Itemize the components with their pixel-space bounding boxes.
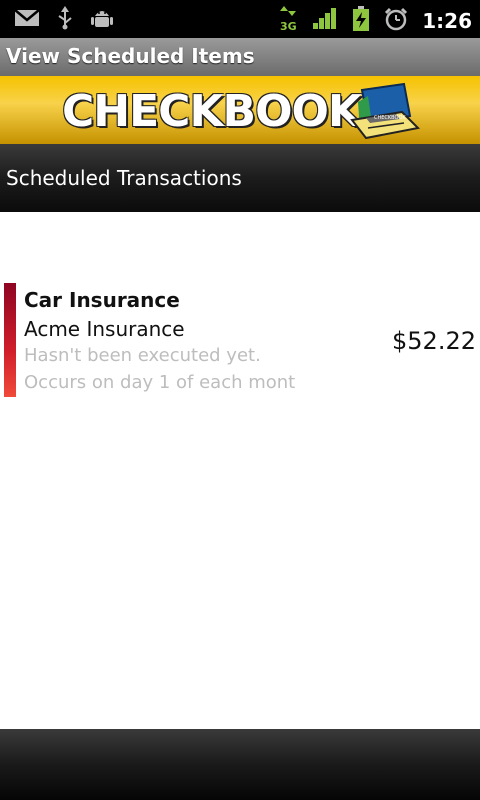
android-debug-icon <box>90 6 114 34</box>
page-title: View Scheduled Items <box>6 44 255 68</box>
gmail-icon <box>14 8 40 32</box>
transaction-payee: Acme Insurance <box>24 317 185 341</box>
section-header: Scheduled Transactions <box>0 144 480 212</box>
signal-strength-icon <box>312 8 338 34</box>
transaction-list-item[interactable]: Car Insurance Acme Insurance Hasn't been… <box>0 283 480 397</box>
checkbook-logo-icon: CHECKBOOK <box>348 82 422 144</box>
transaction-recurrence: Occurs on day 1 of each month <box>24 372 296 393</box>
status-time: 1:26 <box>422 9 472 33</box>
category-color-bar <box>4 283 16 397</box>
section-title: Scheduled Transactions <box>6 166 242 190</box>
transaction-amount: $52.22 <box>392 327 476 355</box>
banner-title: CHECKBOOK <box>62 86 362 137</box>
battery-charging-icon <box>352 6 370 36</box>
svg-text:CHECKBOOK: CHECKBOOK <box>374 115 406 121</box>
alarm-clock-icon <box>384 7 408 35</box>
status-bar: 3G 1:26 <box>0 0 480 38</box>
usb-icon <box>56 6 74 34</box>
app-banner: CHECKBOOK CHECKBOOK <box>0 76 480 144</box>
bottom-bar <box>0 729 480 800</box>
transaction-status: Hasn't been executed yet. <box>24 345 261 366</box>
transaction-title: Car Insurance <box>24 288 180 312</box>
network-3g-icon: 3G <box>278 6 298 36</box>
title-bar: View Scheduled Items <box>0 38 480 77</box>
svg-text:3G: 3G <box>280 20 297 32</box>
